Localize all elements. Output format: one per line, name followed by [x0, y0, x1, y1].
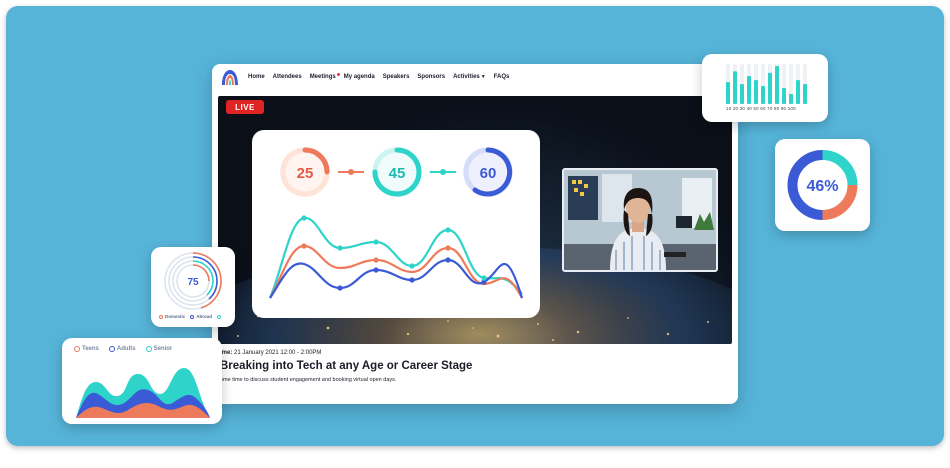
nav-attendees[interactable]: Attendees [273, 74, 302, 80]
monitor [676, 216, 692, 228]
kpi-value-45: 45 [389, 165, 406, 182]
speaker-figure [564, 170, 716, 270]
nav-activities[interactable]: Activities▼ [453, 74, 486, 80]
event-window: Home Attendees Meetings My agenda Speake… [212, 64, 738, 404]
bar [740, 84, 744, 104]
radial-legend: Domestic Abroad [159, 314, 223, 319]
bar [747, 76, 751, 104]
dashboard-overlay: 25 45 60 [252, 130, 540, 318]
legend-label: Domestic [165, 314, 186, 319]
line-series-teal [268, 216, 523, 299]
kpi-value-60: 60 [480, 165, 497, 182]
live-stream-video[interactable]: LIVE 25 45 60 [218, 96, 732, 344]
radial-value: 75 [187, 277, 199, 288]
kpi-connector-dot [440, 169, 446, 175]
chevron-down-icon: ▼ [480, 74, 486, 80]
nav-faqs[interactable]: FAQs [494, 74, 510, 80]
radial-chart-card: 75 Domestic Abroad [151, 247, 235, 327]
event-time-text: 21 January 2021 12:00 - 2:00PM [232, 350, 322, 356]
bar [754, 80, 758, 104]
nav-speakers[interactable]: Speakers [383, 74, 410, 80]
bar [733, 71, 737, 104]
percentage-card: 46% [775, 139, 870, 231]
legend-marker [217, 314, 222, 319]
nav-meetings[interactable]: Meetings [309, 73, 340, 80]
bar [789, 94, 793, 104]
bar [796, 80, 800, 104]
kpi-connector-dot [348, 169, 354, 175]
kpi-value-25: 25 [297, 165, 314, 182]
top-nav: Home Attendees Meetings My agenda Speake… [212, 64, 738, 90]
legend-label: Abroad [196, 314, 213, 319]
nav-meetings-label: Meetings [309, 74, 336, 80]
bar [775, 66, 779, 104]
event-description: ome time to discuss student engagement a… [220, 377, 397, 383]
bar [726, 82, 730, 104]
event-details: ime: 21 January 2021 12:00 - 2:00PM Brea… [220, 350, 730, 383]
nav-my-agenda[interactable]: My agenda [344, 74, 375, 80]
nav-home[interactable]: Home [248, 74, 265, 80]
percentage-value: 46% [806, 178, 838, 195]
event-title: Breaking into Tech at any Age or Career … [220, 360, 473, 372]
bar [782, 88, 786, 104]
bar [768, 72, 772, 104]
radial-chart: 75 [164, 252, 222, 310]
percentage-donut: 46% [787, 150, 858, 220]
nav-sponsors[interactable]: Sponsors [417, 74, 445, 80]
bar [803, 84, 807, 104]
brand-logo-icon [222, 70, 238, 85]
event-time: ime: 21 January 2021 12:00 - 2:00PM [220, 350, 730, 356]
bar-chart-card: 10 20 30 40 50 60 70 80 90 100 [702, 54, 828, 122]
bar-axis-labels: 10 20 30 40 50 60 70 80 90 100 [726, 106, 796, 111]
legend-marker [159, 314, 163, 319]
area-chart-card: Teens Adults Senior [62, 338, 222, 424]
bar [761, 86, 765, 104]
area-chart [76, 368, 210, 418]
speaker-video-tile[interactable] [562, 168, 718, 272]
bar-chart [726, 64, 807, 104]
legend-marker [190, 314, 195, 319]
nav-activities-label: Activities [453, 74, 480, 80]
live-badge: LIVE [226, 100, 264, 114]
notification-dot-icon [336, 73, 340, 76]
